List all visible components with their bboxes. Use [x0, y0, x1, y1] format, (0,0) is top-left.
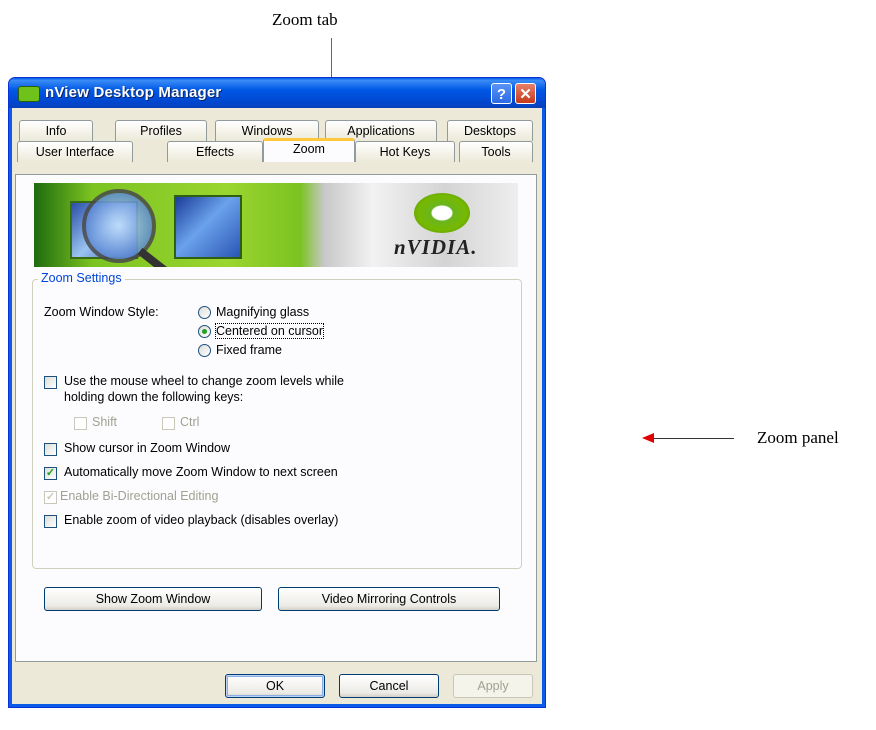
window-title: nView Desktop Manager [45, 84, 222, 101]
radio-centered-on-cursor-label[interactable]: Centered on cursor [214, 323, 325, 339]
zoom-panel: nVIDIA. Zoom Settings Zoom Window Style:… [15, 174, 537, 662]
radio-fixed-frame[interactable] [198, 344, 211, 357]
zoom-settings-label: Zoom Settings [38, 271, 125, 285]
tab-tools[interactable]: Tools [459, 141, 533, 162]
mouse-wheel-label-line1[interactable]: Use the mouse wheel to change zoom level… [64, 374, 344, 388]
tab-info[interactable]: Info [19, 120, 93, 141]
nvidia-app-icon [18, 86, 40, 102]
title-bar[interactable]: nView Desktop Manager ? ✕ [9, 78, 545, 108]
shift-checkbox[interactable] [74, 417, 87, 430]
video-zoom-checkbox[interactable] [44, 515, 57, 528]
mouse-wheel-label-line2[interactable]: holding down the following keys: [64, 390, 243, 404]
zoom-tab-callout-label: Zoom tab [272, 10, 338, 29]
auto-move-checkbox[interactable]: ✓ [44, 467, 57, 480]
video-mirroring-controls-button[interactable]: Video Mirroring Controls [278, 587, 500, 611]
ok-button[interactable]: OK [225, 674, 325, 698]
zoom-window-style-label: Zoom Window Style: [44, 305, 159, 319]
video-zoom-label[interactable]: Enable zoom of video playback (disables … [64, 513, 338, 527]
shift-label[interactable]: Shift [92, 415, 117, 429]
nview-dialog-window: nView Desktop Manager ? ✕ Info Profiles … [8, 77, 546, 708]
radio-magnifying-glass-label[interactable]: Magnifying glass [216, 305, 309, 319]
ctrl-checkbox[interactable] [162, 417, 175, 430]
bidirectional-checkbox[interactable]: ✓ [44, 491, 57, 504]
tab-profiles[interactable]: Profiles [115, 120, 207, 141]
radio-fixed-frame-label[interactable]: Fixed frame [216, 343, 282, 357]
nvidia-eye-logo [414, 193, 470, 233]
zoom-panel-arrow-head [642, 433, 654, 443]
tab-zoom[interactable]: Zoom [263, 138, 355, 162]
tab-desktops[interactable]: Desktops [447, 120, 533, 141]
close-button[interactable]: ✕ [515, 83, 536, 104]
bidirectional-label[interactable]: Enable Bi-Directional Editing [60, 489, 218, 503]
help-button[interactable]: ? [491, 83, 512, 104]
ctrl-label[interactable]: Ctrl [180, 415, 199, 429]
show-zoom-window-button[interactable]: Show Zoom Window [44, 587, 262, 611]
show-cursor-label[interactable]: Show cursor in Zoom Window [64, 441, 230, 455]
nvidia-wordmark: nVIDIA. [394, 235, 478, 259]
radio-centered-on-cursor[interactable] [198, 325, 211, 338]
tab-effects[interactable]: Effects [167, 141, 263, 162]
show-cursor-checkbox[interactable] [44, 443, 57, 456]
nvidia-banner: nVIDIA. [34, 183, 518, 267]
auto-move-label[interactable]: Automatically move Zoom Window to next s… [64, 465, 338, 479]
tab-user-interface[interactable]: User Interface [17, 141, 133, 162]
radio-magnifying-glass[interactable] [198, 306, 211, 319]
apply-button[interactable]: Apply [453, 674, 533, 698]
magnifier-handle [137, 247, 173, 267]
banner-image-2 [174, 195, 242, 259]
zoom-panel-arrow-line [652, 438, 734, 439]
zoom-panel-callout-label: Zoom panel [757, 428, 839, 447]
tab-hot-keys[interactable]: Hot Keys [355, 141, 455, 162]
cancel-button[interactable]: Cancel [339, 674, 439, 698]
tab-strip: Info Profiles Windows Applications Deskt… [15, 118, 537, 174]
mouse-wheel-checkbox[interactable] [44, 376, 57, 389]
